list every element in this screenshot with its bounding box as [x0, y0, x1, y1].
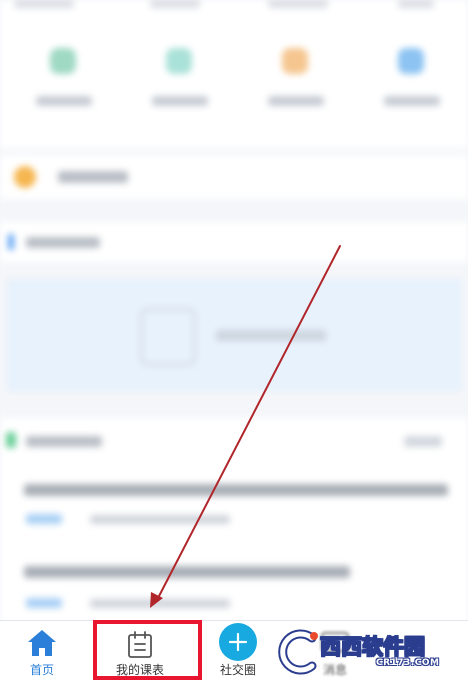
- feature-icon: [282, 48, 308, 74]
- list-item-meta: [90, 599, 230, 608]
- watermark-subtext: CR173.COM: [376, 658, 440, 668]
- list-item-tag: [26, 514, 62, 524]
- tab-my-timetable[interactable]: 我的课表: [96, 621, 184, 682]
- notice-text: [58, 171, 128, 183]
- empty-state-panel: [6, 278, 462, 392]
- list-item-meta: [90, 515, 230, 524]
- tab-home[interactable]: 首页: [8, 621, 76, 682]
- feature-label: [36, 96, 92, 106]
- calendar-icon: [128, 631, 152, 658]
- top-strip: [14, 0, 74, 8]
- watermark-text: 西西软件园: [320, 635, 426, 660]
- tab-my-timetable-label: 我的课表: [115, 663, 164, 677]
- tab-home-label: 首页: [29, 663, 54, 677]
- list-item-tag: [26, 598, 62, 608]
- list-item-title[interactable]: [24, 566, 350, 578]
- feature-label: [384, 96, 440, 106]
- watermark-logo: 西西软件园 CR173.COM: [276, 628, 466, 678]
- top-strip: [268, 0, 328, 8]
- section-marker: [8, 234, 14, 250]
- feature-item[interactable]: [362, 48, 462, 118]
- tab-social-circle[interactable]: 社交圈: [200, 621, 276, 682]
- top-strip: [150, 0, 200, 8]
- empty-state-icon: [140, 308, 196, 366]
- notice-row[interactable]: [0, 155, 468, 199]
- empty-state-text: [216, 330, 326, 341]
- app-screen: 首页 我的课表 社交圈 消息 西西软件园 CR173.COM: [0, 0, 468, 682]
- watermark-c-icon: [278, 629, 318, 675]
- section-header: [0, 222, 468, 262]
- news-list-card: [0, 418, 468, 628]
- feature-icon: [398, 48, 424, 74]
- feature-item[interactable]: [14, 48, 114, 118]
- top-strip: [398, 0, 434, 8]
- notice-icon: [14, 166, 36, 188]
- feature-item[interactable]: [130, 48, 230, 118]
- feature-icon: [50, 48, 76, 74]
- blurred-background: [0, 0, 468, 628]
- feature-grid-card: [0, 0, 468, 148]
- feature-label: [152, 96, 208, 106]
- section-marker: [6, 432, 16, 448]
- plus-icon: [219, 623, 257, 661]
- feature-item[interactable]: [246, 48, 346, 118]
- more-link[interactable]: [404, 436, 442, 447]
- tab-social-circle-label: 社交圈: [219, 663, 256, 677]
- list-item-title[interactable]: [24, 484, 448, 496]
- feature-icon: [166, 48, 192, 74]
- home-icon: [28, 630, 56, 656]
- section-title: [26, 237, 100, 248]
- section-title: [26, 436, 102, 447]
- feature-label: [268, 96, 324, 106]
